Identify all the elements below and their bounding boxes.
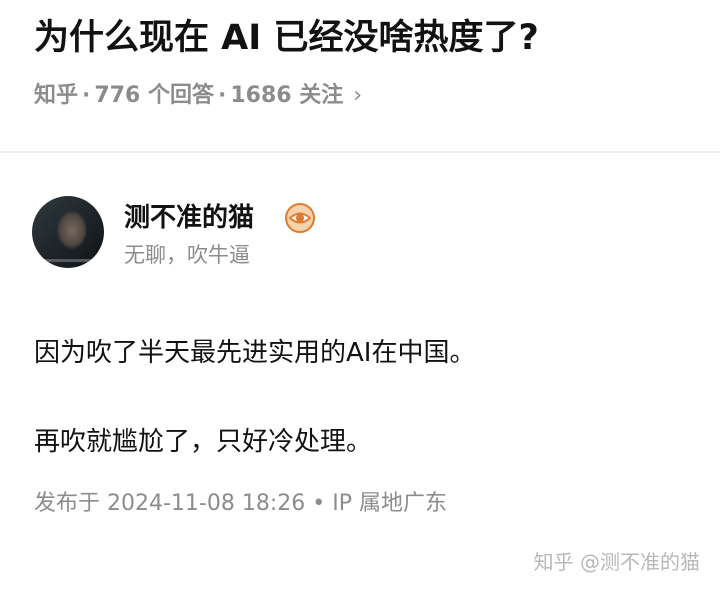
separator-dot: · [82,83,91,108]
answer-paragraph: 再吹就尴尬了，只好冷处理。 [34,427,373,457]
author-name[interactable]: 测不准的猫 [124,200,254,236]
section-divider [0,151,720,153]
author-bio: 无聊，吹牛逼 [124,243,250,267]
question-meta[interactable]: 知乎 · 776 个回答 · 1686 关注 › [34,80,362,112]
author-card: 测不准的猫 无聊，吹牛逼 [32,196,692,272]
follow-count: 1686 关注 [230,83,344,108]
publish-time: 发布于 2024-11-08 18:26 [34,491,306,516]
question-title[interactable]: 为什么现在 AI 已经没啥热度了? [34,14,539,62]
avatar-caption-strip [40,259,96,262]
publish-meta: 发布于 2024-11-08 18:26 • IP 属地广东 [34,488,447,520]
chevron-right-icon[interactable]: › [353,80,362,112]
watermark: 知乎 @测不准的猫 [533,550,700,574]
eye-badge-icon[interactable] [284,202,316,234]
answer-paragraph: 因为吹了半天最先进实用的AI在中国。 [34,338,476,368]
ip-location: IP 属地广东 [332,491,447,516]
separator-dot: • [312,491,326,516]
answer-page: 为什么现在 AI 已经没啥热度了? 知乎 · 776 个回答 · 1686 关注… [0,0,720,592]
source-label: 知乎 [34,83,79,108]
avatar[interactable] [32,196,104,268]
separator-dot: · [217,83,227,108]
answer-count: 776 个回答 [94,83,214,108]
